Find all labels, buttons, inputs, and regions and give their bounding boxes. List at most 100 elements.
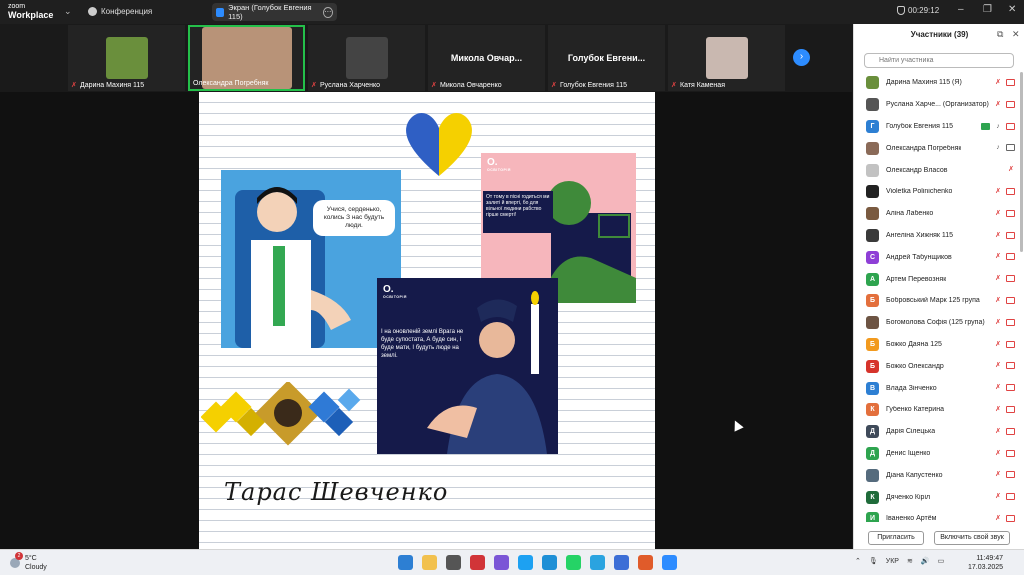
camera-off-icon[interactable] xyxy=(1006,318,1015,326)
taskbar-app-icon[interactable] xyxy=(470,555,485,570)
camera-off-icon[interactable] xyxy=(1006,384,1015,392)
mic-muted-icon[interactable]: ✗ xyxy=(994,296,1002,305)
weather-widget[interactable]: 2 5°C Cloudy xyxy=(10,552,47,572)
taskbar-app-icon[interactable] xyxy=(518,555,533,570)
participant-row[interactable]: Б Божко Даяна 125 ✗ xyxy=(854,334,1019,356)
chevron-down-icon[interactable]: ⌄ xyxy=(64,6,72,17)
view-options-icon[interactable]: ⋯ xyxy=(322,6,333,18)
camera-off-icon[interactable] xyxy=(1006,340,1015,348)
participant-row[interactable]: Олександр Власов ✗ xyxy=(854,159,1019,181)
camera-off-icon[interactable] xyxy=(1006,253,1015,261)
camera-off-icon[interactable] xyxy=(1006,275,1015,283)
taskbar-app-icon[interactable] xyxy=(662,555,677,570)
conference-menu[interactable]: Конференция xyxy=(88,7,152,16)
participant-row[interactable]: Дарина Махиня 115 (Я) ✗ xyxy=(854,72,1019,94)
camera-off-icon[interactable] xyxy=(1006,100,1015,108)
camera-off-icon[interactable] xyxy=(1006,493,1015,501)
mic-muted-icon[interactable]: ✗ xyxy=(994,231,1002,240)
participant-row[interactable]: Б Божко Олександр ✗ xyxy=(854,355,1019,377)
mic-muted-icon[interactable]: ✗ xyxy=(994,361,1002,370)
camera-off-icon[interactable] xyxy=(1006,471,1015,479)
participant-row[interactable]: И Іваненко Артём ✗ xyxy=(854,508,1019,522)
maximize-icon[interactable]: ❐ xyxy=(983,4,992,15)
camera-icon[interactable] xyxy=(1006,144,1015,152)
participant-row[interactable]: Г Голубок Евгения 115 ♪ xyxy=(854,116,1019,138)
participant-row[interactable]: Д Дарія Сілецька ✗ xyxy=(854,421,1019,443)
mic-muted-icon[interactable]: ✗ xyxy=(994,252,1002,261)
camera-off-icon[interactable] xyxy=(1006,427,1015,435)
taskbar-app-icon[interactable] xyxy=(614,555,629,570)
mic-muted-icon[interactable]: ✗ xyxy=(994,383,1002,392)
mic-muted-icon[interactable]: ✗ xyxy=(994,449,1002,458)
video-tile[interactable]: Голубок Евгени... ✗ Голубок Евгения 115 xyxy=(548,25,665,91)
participant-row[interactable]: Руслана Харче... (Организатор) ✗ xyxy=(854,94,1019,116)
language-indicator[interactable]: УКР xyxy=(886,558,899,565)
camera-off-icon[interactable] xyxy=(1006,296,1015,304)
close-icon[interactable]: ✕ xyxy=(1008,4,1016,15)
camera-off-icon[interactable] xyxy=(1006,514,1015,522)
mic-muted-icon[interactable]: ✗ xyxy=(994,492,1002,501)
chevron-up-icon[interactable]: ⌃ xyxy=(855,557,861,565)
wifi-icon[interactable]: ≋ xyxy=(907,557,913,565)
participant-row[interactable]: Діана Капустенко ✗ xyxy=(854,464,1019,486)
minimize-icon[interactable]: – xyxy=(958,4,964,15)
speaker-icon[interactable]: 🔊 xyxy=(921,557,930,565)
participant-row[interactable]: К Губенко Катерина ✗ xyxy=(854,399,1019,421)
camera-off-icon[interactable] xyxy=(1006,209,1015,217)
participant-row[interactable]: Violetka Polinichenko ✗ xyxy=(854,181,1019,203)
camera-off-icon[interactable] xyxy=(1006,362,1015,370)
mic-muted-icon[interactable]: ✗ xyxy=(994,405,1002,414)
participant-search-input[interactable] xyxy=(864,53,1014,68)
mic-muted-icon[interactable]: ✗ xyxy=(994,187,1002,196)
participant-row[interactable]: Олександра Погребняк ♪ xyxy=(854,137,1019,159)
mic-muted-icon[interactable]: ✗ xyxy=(994,427,1002,436)
mic-muted-icon[interactable]: ✗ xyxy=(994,78,1002,87)
video-tile-active-speaker[interactable]: Олександра Погребняк xyxy=(188,25,305,91)
mic-icon[interactable]: ♪ xyxy=(994,122,1002,131)
clock[interactable]: 11:49:47 17.03.2025 xyxy=(968,554,1003,572)
battery-icon[interactable]: ▭ xyxy=(938,557,945,565)
taskbar-app-icon[interactable] xyxy=(422,555,437,570)
windows-start-icon[interactable] xyxy=(398,555,413,570)
mic-icon[interactable]: ♪ xyxy=(994,143,1002,152)
participant-row[interactable]: Богомолова Софія (125 група) ✗ xyxy=(854,312,1019,334)
camera-off-icon[interactable] xyxy=(1006,187,1015,195)
unmute-self-button[interactable]: Включить свой звук xyxy=(934,531,1010,545)
video-tile[interactable]: Микола Овчар... ✗ Микола Овчаренко xyxy=(428,25,545,91)
mic-muted-icon[interactable]: ✗ xyxy=(994,100,1002,109)
camera-off-icon[interactable] xyxy=(1006,122,1015,130)
mic-muted-icon[interactable]: ✗ xyxy=(994,274,1002,283)
mic-muted-icon[interactable]: ✗ xyxy=(994,209,1002,218)
participant-row[interactable]: С Андрей Табунщиков ✗ xyxy=(854,246,1019,268)
close-panel-icon[interactable]: ✕ xyxy=(1012,29,1020,39)
taskbar-app-icon[interactable] xyxy=(566,555,581,570)
taskbar-app-icon[interactable] xyxy=(542,555,557,570)
screen-share-indicator[interactable]: Экран (Голубок Евгения 115) ⋯ xyxy=(212,3,337,21)
video-tile[interactable]: ✗ Руслана Харченко xyxy=(308,25,425,91)
participant-row[interactable]: Ангеліна Хижняк 115 ✗ xyxy=(854,225,1019,247)
invite-button[interactable]: Пригласить xyxy=(868,531,924,545)
participant-row[interactable]: Д Денис Іщенко ✗ xyxy=(854,443,1019,465)
panel-scrollbar[interactable] xyxy=(1020,72,1023,252)
participant-row[interactable]: В Влада Зінченко ✗ xyxy=(854,377,1019,399)
participant-row[interactable]: Б Бобровський Марк 125 група ✗ xyxy=(854,290,1019,312)
meeting-timer[interactable]: 00:29:12 xyxy=(897,6,939,15)
taskbar-app-icon[interactable] xyxy=(494,555,509,570)
next-page-button[interactable]: › xyxy=(793,49,810,66)
video-tile[interactable]: ✗ Дарина Махиня 115 xyxy=(68,25,185,91)
mic-muted-icon[interactable]: ✗ xyxy=(994,340,1002,349)
mic-muted-icon[interactable]: ✗ xyxy=(994,470,1002,479)
microphone-icon[interactable]: 🎙 xyxy=(869,557,878,565)
camera-off-icon[interactable] xyxy=(1006,231,1015,239)
camera-off-icon[interactable] xyxy=(1006,405,1015,413)
taskbar-app-icon[interactable] xyxy=(446,555,461,570)
participant-row[interactable]: К Дяченко Кіріл ✗ xyxy=(854,486,1019,508)
mic-muted-icon[interactable]: ✗ xyxy=(994,318,1002,327)
camera-off-icon[interactable] xyxy=(1006,79,1015,86)
camera-off-icon[interactable] xyxy=(1006,449,1015,457)
mic-muted-icon[interactable]: ✗ xyxy=(994,514,1002,522)
taskbar-app-icon[interactable] xyxy=(590,555,605,570)
participant-row[interactable]: Аліна Лабенко ✗ xyxy=(854,203,1019,225)
popout-icon[interactable]: ⧉ xyxy=(997,29,1003,39)
taskbar-app-icon[interactable] xyxy=(638,555,653,570)
